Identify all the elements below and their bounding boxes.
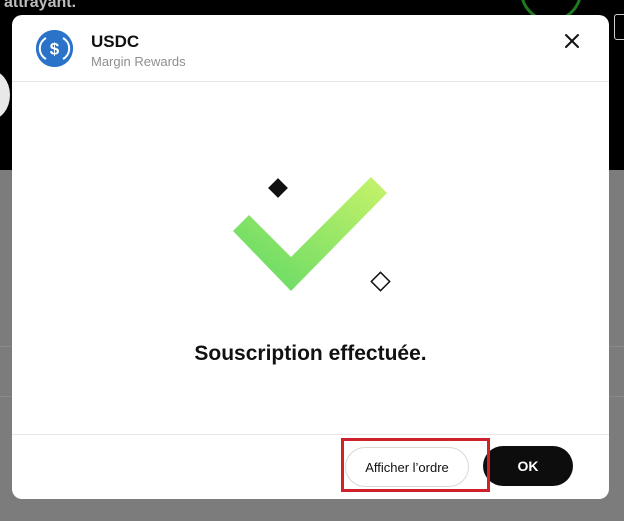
success-checkmark-illustration xyxy=(229,175,409,305)
background-decoration xyxy=(0,70,10,120)
outline-diamond-icon xyxy=(370,271,391,292)
close-icon[interactable] xyxy=(560,29,584,53)
highlight-box xyxy=(341,438,490,492)
dialog-title: USDC xyxy=(91,32,140,51)
dialog-header: $ USDC Margin Rewards xyxy=(12,15,609,82)
success-message: Souscription effectuée. xyxy=(194,342,427,365)
usdc-dollar-icon: $ xyxy=(36,30,73,67)
ok-button[interactable]: OK xyxy=(483,446,573,486)
background-text: attrayant. xyxy=(4,0,77,11)
checkmark-icon xyxy=(233,177,387,291)
background-button xyxy=(614,14,624,40)
subscription-success-dialog: $ USDC Margin Rewards Souscription effec… xyxy=(12,15,609,499)
dialog-subtitle: Margin Rewards xyxy=(91,54,186,69)
filled-diamond-icon xyxy=(268,178,288,198)
svg-text:$: $ xyxy=(50,40,60,59)
